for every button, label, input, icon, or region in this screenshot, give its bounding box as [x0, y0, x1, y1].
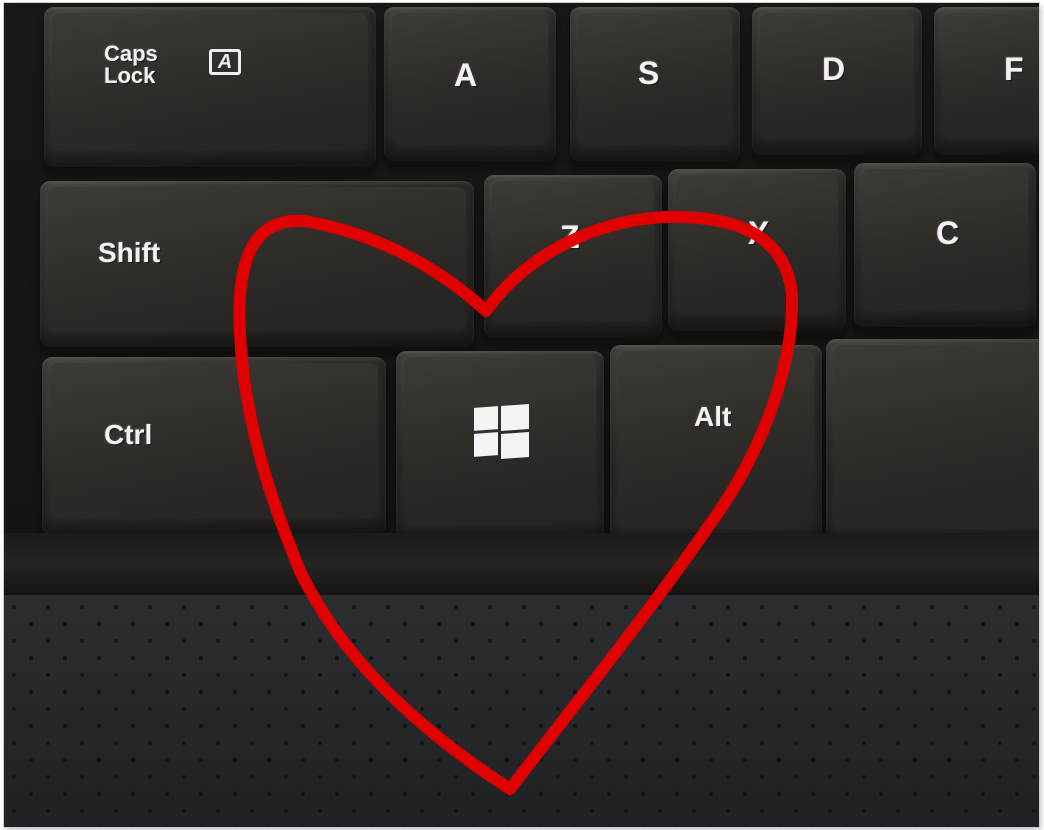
image-frame: Caps Lock A A S D F Shift Z X C Ctrl Alt — [0, 0, 1044, 830]
heart-drawing — [233, 210, 799, 795]
keyboard-photo: Caps Lock A A S D F Shift Z X C Ctrl Alt — [4, 3, 1039, 827]
heart-stroke — [233, 210, 799, 795]
